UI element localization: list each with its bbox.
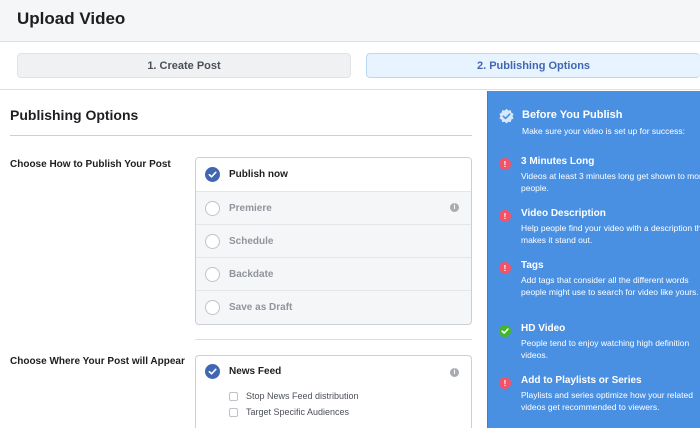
tip-title: Add to Playlists or Series bbox=[521, 375, 642, 386]
step-tabs: 1. Create Post 2. Publishing Options bbox=[0, 42, 700, 90]
check-icon bbox=[205, 167, 220, 182]
news-feed-box: News Feed i Stop News Feed distribution … bbox=[195, 355, 472, 428]
divider bbox=[195, 339, 472, 340]
radio-icon bbox=[205, 299, 220, 315]
before-you-publish-sidebar: Before You Publish Make sure your video … bbox=[487, 91, 700, 428]
tip-body: Help people find your video with a descr… bbox=[521, 223, 700, 245]
checkbox[interactable] bbox=[229, 407, 238, 417]
tip-title: Video Description bbox=[521, 208, 606, 219]
option-label: Save as Draft bbox=[229, 301, 293, 313]
tip-title: 3 Minutes Long bbox=[521, 156, 595, 167]
option-label: Schedule bbox=[229, 235, 274, 247]
checkbox[interactable] bbox=[229, 391, 238, 401]
radio-icon bbox=[205, 233, 220, 249]
check-icon bbox=[205, 364, 220, 379]
exclamation-icon: ! bbox=[499, 262, 511, 274]
option-label: Backdate bbox=[229, 268, 274, 280]
option-label: Publish now bbox=[229, 169, 288, 180]
option-publish-now[interactable]: Publish now bbox=[196, 158, 471, 191]
info-icon[interactable]: i bbox=[450, 368, 459, 377]
tip-body: Add tags that consider all the different… bbox=[521, 275, 699, 297]
option-backdate[interactable]: Backdate bbox=[196, 257, 471, 290]
option-schedule[interactable]: Schedule bbox=[196, 224, 471, 257]
target-audiences-checkbox-row[interactable]: Target Specific Audiences bbox=[229, 407, 349, 417]
exclamation-icon: ! bbox=[499, 377, 511, 389]
sidebar-subtitle: Make sure your video is set up for succe… bbox=[522, 126, 685, 136]
publishing-options-panel: Publishing Options Choose How to Publish… bbox=[0, 91, 487, 428]
checkbox-label: Stop News Feed distribution bbox=[246, 391, 359, 401]
info-icon[interactable]: i bbox=[450, 203, 459, 212]
page-title: Upload Video bbox=[17, 9, 126, 28]
section-title: Publishing Options bbox=[10, 107, 139, 123]
radio-icon bbox=[205, 200, 220, 216]
page-header: Upload Video bbox=[0, 0, 700, 42]
exclamation-icon: ! bbox=[499, 158, 511, 170]
stop-news-feed-checkbox-row[interactable]: Stop News Feed distribution bbox=[229, 391, 359, 401]
tip-title: HD Video bbox=[521, 323, 566, 334]
tip-body: People tend to enjoy watching high defin… bbox=[521, 338, 690, 360]
publish-options-list: Publish now Premiere i Schedule Backdate… bbox=[195, 157, 472, 325]
option-news-feed[interactable]: News Feed bbox=[205, 364, 281, 379]
placement-label: Choose Where Your Post will Appear bbox=[10, 356, 185, 367]
step-publishing-options[interactable]: 2. Publishing Options bbox=[366, 53, 700, 78]
tip-body: Playlists and series optimize how your r… bbox=[521, 390, 693, 412]
option-label: Premiere bbox=[229, 202, 272, 214]
option-save-as-draft[interactable]: Save as Draft bbox=[196, 290, 471, 323]
option-premiere[interactable]: Premiere i bbox=[196, 191, 471, 224]
verified-badge-icon bbox=[498, 108, 515, 125]
publish-method-label: Choose How to Publish Your Post bbox=[10, 159, 171, 170]
check-icon bbox=[499, 325, 511, 337]
tip-title: Tags bbox=[521, 260, 544, 271]
checkbox-label: Target Specific Audiences bbox=[246, 407, 350, 417]
step-create-post[interactable]: 1. Create Post bbox=[17, 53, 351, 78]
radio-icon bbox=[205, 266, 220, 282]
tip-body: Videos at least 3 minutes long get shown… bbox=[521, 171, 700, 193]
option-label: News Feed bbox=[229, 366, 282, 377]
sidebar-title: Before You Publish bbox=[522, 109, 623, 121]
exclamation-icon: ! bbox=[499, 210, 511, 222]
divider bbox=[10, 135, 472, 136]
